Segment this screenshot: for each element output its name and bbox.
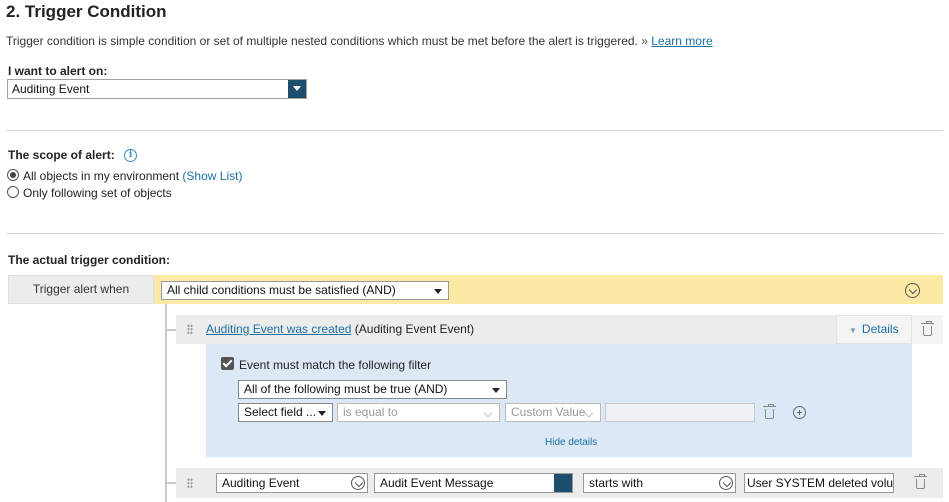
trigger-heading: The actual trigger condition: [8,253,171,267]
scope-option-all[interactable]: All objects in my environment (Show List… [23,169,242,183]
drag-handle-icon[interactable] [187,478,193,488]
condition-title: Auditing Event was created (Auditing Eve… [206,322,474,336]
trash-icon[interactable] [763,404,776,419]
and-logic-selected-value: All child conditions must be satisfied (… [167,283,396,297]
filter-value-type-selected-value: Custom Value [511,405,586,419]
drag-handle-icon[interactable] [187,324,193,334]
operator-selected-value: starts with [589,476,644,490]
alert-on-selected-value: Auditing Event [12,82,90,96]
field-select[interactable]: Audit Event Message [374,473,573,493]
filter-checkbox[interactable] [221,357,234,370]
operator-select[interactable]: starts with [583,473,736,493]
divider [6,233,943,234]
value-input-text: User SYSTEM deleted volu [747,476,894,490]
collapse-chevron-icon[interactable] [905,283,920,298]
tree-connector [165,482,176,484]
filter-value-input[interactable] [605,403,755,422]
section-description: Trigger condition is simple condition or… [6,34,713,48]
caret-down-icon: ▼ [849,326,857,335]
chevron-down-icon [719,476,733,490]
filter-field-select[interactable]: Select field ... [238,403,333,422]
chevron-down-icon [351,476,365,490]
chevron-down-icon [554,474,572,492]
hide-details-link[interactable]: Hide details [545,437,597,448]
alert-on-label: I want to alert on: [8,64,108,78]
trash-icon[interactable] [921,321,934,336]
learn-more-link[interactable]: Learn more [651,34,712,48]
divider [6,130,943,131]
trigger-when-label: Trigger alert when [8,275,154,304]
and-logic-select[interactable]: All child conditions must be satisfied (… [161,281,449,300]
info-icon[interactable]: i [124,149,138,163]
scope-option-following-label[interactable]: Only following set of objects [23,186,172,200]
tree-connector [165,304,167,502]
filter-logic-select[interactable]: All of the following must be true (AND) [238,380,507,399]
entity-select[interactable]: Auditing Event [216,473,368,493]
details-toggle[interactable]: ▼ Details [849,322,899,336]
scope-radio-all[interactable] [7,169,19,181]
filter-operator-select[interactable]: is equal to [337,403,500,422]
filter-value-type-select[interactable]: Custom Value [505,403,601,422]
add-circle-icon[interactable] [793,406,806,419]
alert-on-select[interactable]: Auditing Event [7,79,307,99]
scope-label: The scope of alert: i [8,148,138,163]
tree-connector [165,329,176,331]
chevron-down-icon [288,80,306,98]
description-text: Trigger condition is simple condition or… [6,34,638,48]
filter-checkbox-label: Event must match the following filter [239,358,432,372]
entity-selected-value: Auditing Event [222,476,300,490]
chevron-down-icon [483,408,493,418]
scope-radio-following[interactable] [7,186,19,198]
trash-icon[interactable] [914,474,927,489]
raquo-glyph: » [641,34,648,48]
filter-field-selected-value: Select field ... [244,405,317,419]
chevron-down-icon [584,408,594,418]
condition-link[interactable]: Auditing Event was created [206,322,351,336]
condition-suffix: (Auditing Event Event) [354,322,475,336]
field-selected-value: Audit Event Message [380,476,494,490]
show-list-link[interactable]: (Show List) [182,169,242,183]
filter-operator-selected-value: is equal to [343,405,398,419]
details-toggle-label: Details [861,322,899,336]
scope-label-text: The scope of alert: [8,148,115,162]
section-title: 2. Trigger Condition [6,2,167,21]
filter-logic-selected-value: All of the following must be true (AND) [244,382,448,396]
scope-option-all-label: All objects in my environment [23,169,180,183]
value-input[interactable]: User SYSTEM deleted volu [744,473,894,493]
